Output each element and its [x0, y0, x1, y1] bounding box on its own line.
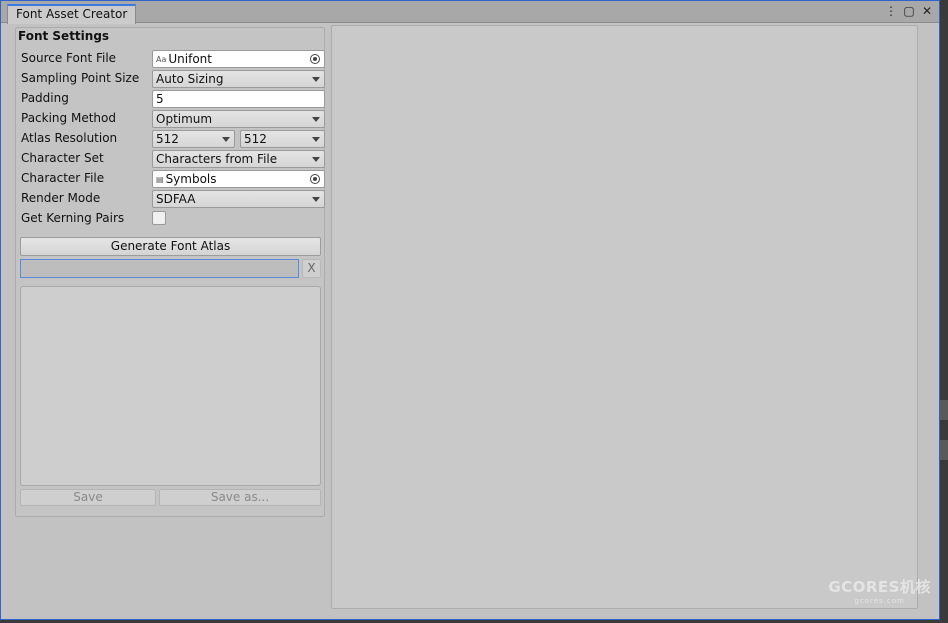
packing-method-value: Optimum	[156, 112, 213, 126]
row-padding: Padding 5	[21, 90, 325, 108]
chevron-down-icon	[312, 137, 320, 142]
row-get-kerning-pairs: Get Kerning Pairs	[21, 210, 321, 228]
font-settings-panel: Font Settings Source Font File Aa Unifont…	[15, 27, 325, 517]
row-character-file: Character File ▤ Symbols	[21, 170, 325, 188]
atlas-resolution-label: Atlas Resolution	[21, 131, 118, 145]
padding-input[interactable]: 5	[152, 90, 325, 108]
row-packing-method: Packing Method Optimum	[21, 110, 325, 128]
watermark-url: gcores.com	[854, 597, 905, 605]
font-asset-icon: Aa	[156, 55, 167, 64]
window-titlebar: Font Asset Creator ⋮ ▢ ✕	[1, 1, 939, 24]
watermark-brand: GCORES机核	[828, 578, 931, 596]
row-character-set: Character Set Characters from File	[21, 150, 325, 168]
packing-method-dropdown[interactable]: Optimum	[152, 110, 325, 128]
atlas-preview-panel	[331, 25, 918, 609]
atlas-width-dropdown[interactable]: 512	[152, 130, 235, 148]
chevron-down-icon	[312, 77, 320, 82]
maximize-icon[interactable]: ▢	[903, 3, 915, 19]
save-as-button[interactable]: Save as...	[159, 489, 321, 506]
sampling-point-size-value: Auto Sizing	[156, 72, 224, 86]
output-text-area[interactable]	[20, 286, 321, 486]
character-set-label: Character Set	[21, 151, 104, 165]
packing-method-label: Packing Method	[21, 111, 116, 125]
render-mode-label: Render Mode	[21, 191, 101, 205]
chevron-down-icon	[312, 157, 320, 162]
source-font-file-value: Unifont	[168, 52, 212, 66]
atlas-height-dropdown[interactable]: 512	[240, 130, 325, 148]
object-picker-icon[interactable]	[310, 54, 320, 64]
row-source-font-file: Source Font File Aa Unifont	[21, 50, 325, 68]
row-render-mode: Render Mode SDFAA	[21, 190, 325, 208]
background-editor-strip	[940, 440, 948, 460]
watermark: GCORES机核 gcores.com	[828, 576, 931, 605]
character-file-field[interactable]: ▤ Symbols	[152, 170, 325, 188]
row-sampling-point-size: Sampling Point Size Auto Sizing	[21, 70, 325, 88]
save-button[interactable]: Save	[20, 489, 156, 506]
generation-progress-bar	[20, 259, 299, 278]
atlas-width-value: 512	[156, 132, 179, 146]
generate-font-atlas-button[interactable]: Generate Font Atlas	[20, 237, 321, 256]
chevron-down-icon	[312, 117, 320, 122]
font-asset-creator-window: Font Asset Creator ⋮ ▢ ✕ Font Settings S…	[0, 0, 940, 620]
kebab-menu-icon[interactable]: ⋮	[885, 3, 897, 19]
get-kerning-pairs-label: Get Kerning Pairs	[21, 211, 125, 225]
source-font-file-field[interactable]: Aa Unifont	[152, 50, 325, 68]
object-picker-icon[interactable]	[310, 174, 320, 184]
source-font-file-label: Source Font File	[21, 51, 117, 65]
character-file-label: Character File	[21, 171, 105, 185]
row-atlas-resolution: Atlas Resolution 512 512	[21, 130, 325, 148]
padding-value: 5	[156, 92, 164, 106]
tab-font-asset-creator[interactable]: Font Asset Creator	[7, 4, 137, 24]
character-set-value: Characters from File	[156, 152, 278, 166]
sampling-point-size-label: Sampling Point Size	[21, 71, 140, 85]
text-file-icon: ▤	[156, 175, 164, 184]
get-kerning-pairs-checkbox[interactable]	[152, 211, 166, 225]
render-mode-dropdown[interactable]: SDFAA	[152, 190, 325, 208]
character-file-value: Symbols	[165, 172, 217, 186]
padding-label: Padding	[21, 91, 69, 105]
atlas-height-value: 512	[244, 132, 267, 146]
sampling-point-size-dropdown[interactable]: Auto Sizing	[152, 70, 325, 88]
background-editor-strip	[940, 400, 948, 420]
window-controls: ⋮ ▢ ✕	[885, 3, 933, 19]
close-icon[interactable]: ✕	[921, 3, 933, 19]
clear-progress-button[interactable]: X	[302, 259, 321, 278]
section-title: Font Settings	[18, 29, 110, 43]
character-set-dropdown[interactable]: Characters from File	[152, 150, 325, 168]
chevron-down-icon	[312, 197, 320, 202]
chevron-down-icon	[222, 137, 230, 142]
render-mode-value: SDFAA	[156, 192, 196, 206]
